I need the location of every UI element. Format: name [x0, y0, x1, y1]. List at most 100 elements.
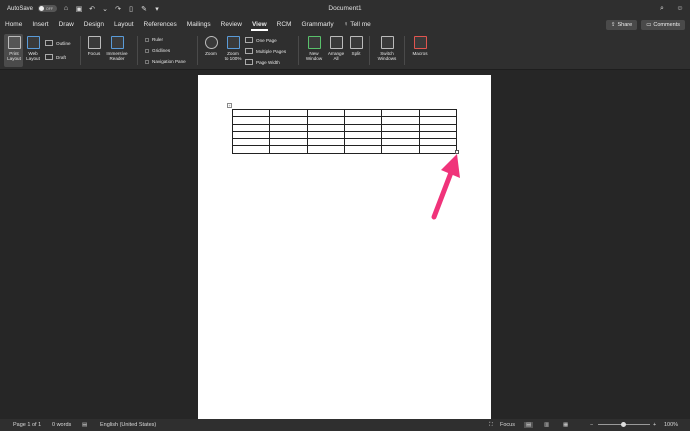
search-icon[interactable]: ⌕ — [658, 5, 666, 13]
table-cell[interactable] — [306, 116, 345, 125]
account-icon[interactable]: ☺ — [676, 5, 684, 13]
comments-button[interactable]: ▭ Comments — [641, 20, 685, 30]
page-count[interactable]: Page 1 of 1 — [13, 422, 41, 428]
table-cell[interactable] — [418, 138, 458, 147]
table-cell[interactable] — [231, 138, 271, 147]
table-cell[interactable] — [306, 145, 345, 154]
table-cell[interactable] — [381, 123, 420, 132]
table-cell[interactable] — [381, 130, 420, 140]
table-cell[interactable] — [306, 138, 345, 147]
table-cell[interactable] — [343, 145, 383, 154]
table-cell[interactable] — [381, 108, 420, 118]
save-icon[interactable]: ▣ — [75, 5, 83, 13]
multiple-pages-icon — [245, 48, 253, 54]
table-cell[interactable] — [269, 130, 308, 140]
zoom-out-icon[interactable]: − — [590, 422, 593, 428]
outline-button[interactable]: Outline — [45, 40, 71, 46]
home-icon[interactable]: ⌂ — [62, 5, 70, 13]
arrange-all-button[interactable]: Arrange All — [326, 36, 346, 61]
tab-design[interactable]: Design — [79, 17, 109, 32]
macros-button[interactable]: Macros — [409, 36, 431, 56]
table-cell[interactable] — [269, 116, 308, 125]
immersive-reader-button[interactable]: Immersive Reader — [104, 36, 130, 61]
focus-button[interactable]: Focus — [85, 36, 103, 56]
web-layout-button[interactable]: Web Layout — [24, 36, 42, 61]
table-cell[interactable] — [381, 145, 420, 154]
zoom-in-icon[interactable]: + — [653, 422, 656, 428]
zoom-slider-thumb[interactable] — [621, 422, 626, 427]
autosave-label: AutoSave — [7, 5, 34, 12]
tab-insert[interactable]: Insert — [27, 17, 53, 32]
tab-rcm[interactable]: RCM — [272, 17, 297, 32]
table-cell[interactable] — [418, 123, 458, 132]
table-cell[interactable] — [343, 123, 383, 132]
print-layout-button[interactable]: Print Layout — [5, 36, 23, 61]
table-move-handle[interactable]: + — [227, 103, 232, 108]
table-cell[interactable] — [306, 123, 345, 132]
tab-draw[interactable]: Draw — [54, 17, 79, 32]
tab-view[interactable]: View — [247, 17, 272, 32]
table-cell[interactable] — [306, 130, 345, 140]
split-button[interactable]: Split — [348, 36, 364, 56]
table-cell[interactable] — [418, 116, 458, 125]
tab-mailings[interactable]: Mailings — [182, 17, 216, 32]
one-page-button[interactable]: One Page — [245, 37, 277, 43]
table-cell[interactable] — [269, 108, 308, 118]
tab-references[interactable]: References — [139, 17, 182, 32]
table-cell[interactable] — [418, 130, 458, 140]
tab-layout[interactable]: Layout — [109, 17, 139, 32]
page-width-button[interactable]: Page Width — [245, 59, 280, 65]
gridlines-checkbox[interactable]: Gridlines — [145, 48, 170, 53]
table-cell[interactable] — [269, 123, 308, 132]
draft-button[interactable]: Draft — [45, 54, 66, 60]
table-cell[interactable] — [231, 130, 271, 140]
table-cell[interactable] — [418, 108, 458, 118]
new-document-icon[interactable]: ▯ — [127, 5, 135, 13]
autosave-toggle[interactable]: OFF — [38, 5, 58, 12]
zoom-100-button[interactable]: Zoom to 100% — [222, 36, 244, 61]
table-cell[interactable] — [231, 145, 271, 154]
multiple-pages-button[interactable]: Multiple Pages — [245, 48, 286, 54]
web-layout-view-icon[interactable]: ▥ — [544, 422, 549, 428]
table-cell[interactable] — [269, 138, 308, 147]
tab-grammarly[interactable]: Grammarly — [296, 17, 338, 32]
split-label: Split — [351, 51, 361, 56]
table-cell[interactable] — [231, 116, 271, 125]
table-cell[interactable] — [231, 123, 271, 132]
table-cell[interactable] — [343, 108, 383, 118]
format-painter-icon[interactable]: ✎ — [140, 5, 148, 13]
print-layout-view-icon[interactable]: ▤ — [524, 422, 534, 428]
zoom-button[interactable]: Zoom — [202, 36, 220, 56]
read-mode-icon[interactable]: ▦ — [563, 422, 568, 428]
chevron-down-icon[interactable]: ⌄ — [101, 5, 109, 13]
tab-home[interactable]: Home — [0, 17, 27, 32]
proofing-icon[interactable]: ▤ — [82, 422, 87, 428]
switch-windows-button[interactable]: Switch Windows — [374, 36, 400, 61]
word-count[interactable]: 0 words — [52, 422, 71, 428]
focus-label: Focus — [87, 51, 101, 56]
table-cell[interactable] — [381, 116, 420, 125]
zoom-level[interactable]: 100% — [664, 422, 678, 428]
new-window-button[interactable]: New Window — [304, 36, 324, 61]
table-cell[interactable] — [231, 108, 271, 118]
focus-mode-icon[interactable]: ⛶ — [489, 422, 493, 429]
share-button[interactable]: ⇪ Share — [605, 20, 638, 30]
document-table[interactable] — [231, 108, 458, 154]
table-cell[interactable] — [343, 138, 383, 147]
status-focus-label[interactable]: Focus — [500, 422, 515, 428]
ruler-checkbox[interactable]: Ruler — [145, 37, 163, 42]
navigation-pane-checkbox[interactable]: Navigation Pane — [145, 59, 186, 64]
undo-icon[interactable]: ↶ — [88, 5, 96, 13]
table-cell[interactable] — [343, 116, 383, 125]
page-width-icon — [245, 59, 253, 65]
language-label[interactable]: English (United States) — [100, 422, 156, 428]
tab-review[interactable]: Review — [216, 17, 247, 32]
redo-icon[interactable]: ↷ — [114, 5, 122, 13]
table-cell[interactable] — [343, 130, 383, 140]
tell-me[interactable]: ♀ Tell me — [339, 17, 376, 32]
table-cell[interactable] — [381, 138, 420, 147]
new-window-label-2: Window — [305, 56, 323, 61]
table-cell[interactable] — [269, 145, 308, 154]
table-cell[interactable] — [306, 108, 345, 118]
customize-toolbar-icon[interactable]: ▾ — [153, 5, 161, 13]
